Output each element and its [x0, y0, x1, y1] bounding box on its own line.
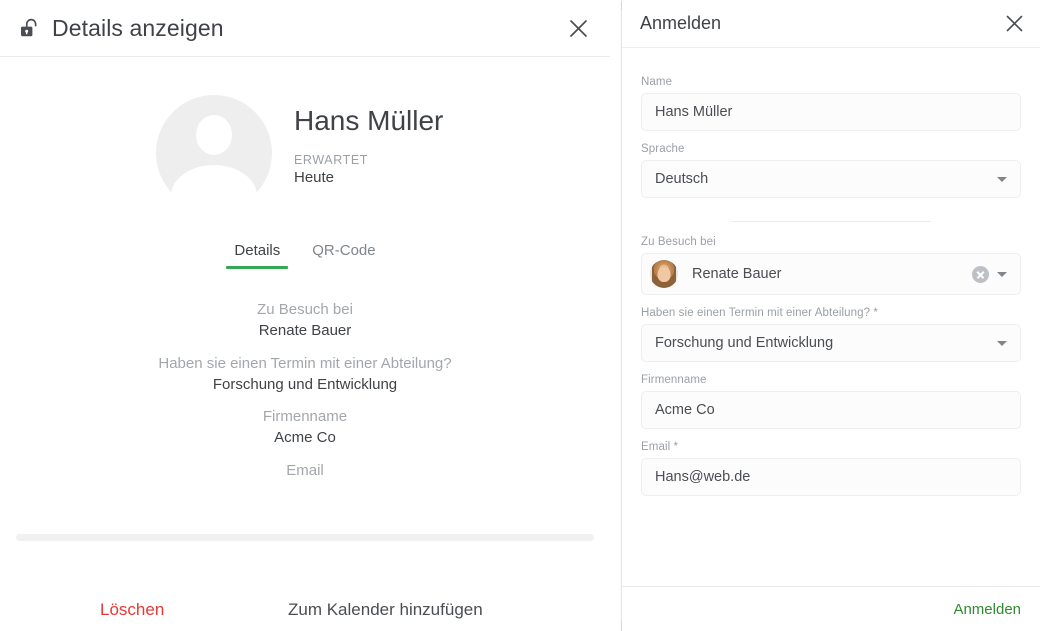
field-email: Email * Hans@web.de: [641, 441, 1021, 496]
tab-details-label: Details: [234, 242, 281, 259]
delete-button[interactable]: Löschen: [100, 600, 164, 620]
field-company: Firmenname Acme Co: [641, 374, 1021, 429]
visitor-name: Hans Müller: [294, 105, 444, 136]
sign-in-panel-footer: Anmelden: [622, 586, 1040, 631]
details-panel-body: Hans Müller ERWARTET Heute Details QR-Co…: [0, 57, 610, 631]
action-row-primary: Löschen Zum Kalender hinzufügen: [0, 587, 610, 631]
tab-details[interactable]: Details: [218, 242, 296, 269]
clear-icon[interactable]: [972, 265, 989, 283]
detail-row: Firmenname Acme Co: [0, 406, 610, 449]
unlock-icon: [16, 16, 42, 40]
host-select-value: Renate Bauer: [692, 266, 782, 282]
field-department: Haben sie einen Termin mit einer Abteilu…: [641, 307, 1021, 362]
detail-value: Renate Bauer: [258, 322, 352, 340]
detail-row: Zu Besuch bei Renate Bauer: [0, 299, 610, 342]
details-list: Zu Besuch bei Renate Bauer Haben sie ein…: [0, 299, 610, 481]
chevron-down-icon: [997, 176, 1007, 182]
sign-in-panel: Anmelden Name Hans Müller Sprache Deutsc…: [622, 0, 1040, 631]
chevron-down-icon: [997, 340, 1007, 346]
avatar-body: [171, 165, 257, 211]
host-select[interactable]: Renate Bauer: [641, 253, 1021, 295]
detail-label: Haben sie einen Termin mit einer Abteilu…: [158, 354, 452, 372]
tab-qr-code-label: QR-Code: [312, 242, 376, 259]
panel-edge-mark-bottom: [621, 621, 622, 631]
form-divider: [731, 221, 931, 222]
field-language: Sprache Deutsch: [641, 143, 1021, 198]
panel-divider: [610, 0, 622, 631]
language-select-value: Deutsch: [655, 171, 709, 187]
visitor-profile-text: Hans Müller ERWARTET Heute: [294, 95, 443, 186]
status-date: Heute: [294, 168, 335, 186]
detail-value: Acme Co: [274, 429, 336, 447]
avatar-head: [196, 115, 232, 155]
visitor-profile: Hans Müller ERWARTET Heute: [0, 57, 610, 211]
name-field-label: Name: [641, 76, 673, 88]
horizontal-scrollbar[interactable]: [16, 534, 594, 541]
submit-button[interactable]: Anmelden: [953, 601, 1021, 618]
company-input[interactable]: Acme Co: [641, 391, 1021, 429]
avatar-face: [657, 267, 671, 283]
field-host: Zu Besuch bei Renate Bauer: [641, 236, 1021, 295]
email-input-value: Hans@web.de: [655, 469, 751, 485]
page-title: Details anzeigen: [52, 14, 224, 41]
company-input-value: Acme Co: [655, 402, 715, 418]
department-select-value: Forschung und Entwicklung: [655, 335, 834, 351]
name-input-value: Hans Müller: [655, 104, 733, 120]
detail-value: Forschung und Entwicklung: [212, 375, 398, 393]
close-icon[interactable]: [564, 14, 592, 42]
detail-label: Zu Besuch bei: [257, 301, 353, 318]
tab-qr-code[interactable]: QR-Code: [296, 242, 391, 269]
department-field-label: Haben sie einen Termin mit einer Abteilu…: [641, 307, 878, 319]
detail-label: Firmenname: [262, 408, 348, 426]
visitor-details-panel: Details anzeigen Hans Müller ERWARTET He…: [0, 0, 610, 631]
company-field-label: Firmenname: [641, 374, 707, 386]
host-field-label: Zu Besuch bei: [641, 236, 716, 248]
details-tabs: Details QR-Code: [0, 242, 610, 269]
department-select[interactable]: Forschung und Entwicklung: [641, 324, 1021, 362]
avatar: [156, 95, 272, 211]
chevron-down-icon: [997, 271, 1007, 277]
close-icon[interactable]: [1001, 11, 1027, 37]
email-input[interactable]: Hans@web.de: [641, 458, 1021, 496]
detail-row: Haben sie einen Termin mit einer Abteilu…: [0, 353, 610, 396]
visitor-management-app: Details anzeigen Hans Müller ERWARTET He…: [0, 0, 1040, 631]
details-panel-header: Details anzeigen: [0, 0, 610, 57]
detail-label: Email: [286, 461, 324, 479]
panel-edge-mark-top: [621, 2, 622, 10]
language-field-label: Sprache: [641, 143, 685, 155]
status-badge: ERWARTET: [294, 152, 369, 167]
sign-in-panel-header: Anmelden: [622, 0, 1040, 48]
field-name: Name Hans Müller: [641, 76, 1021, 131]
name-input[interactable]: Hans Müller: [641, 93, 1021, 131]
sign-in-form: Name Hans Müller Sprache Deutsch Zu Besu…: [622, 76, 1040, 613]
email-field-label: Email *: [641, 441, 679, 453]
detail-row: Email: [0, 460, 610, 481]
details-actions: Löschen Zum Kalender hinzufügen E-Mail-E…: [0, 587, 610, 631]
host-avatar: [650, 260, 678, 288]
sign-in-panel-title: Anmelden: [640, 13, 722, 33]
add-to-calendar-button[interactable]: Zum Kalender hinzufügen: [288, 600, 483, 620]
language-select[interactable]: Deutsch: [641, 160, 1021, 198]
